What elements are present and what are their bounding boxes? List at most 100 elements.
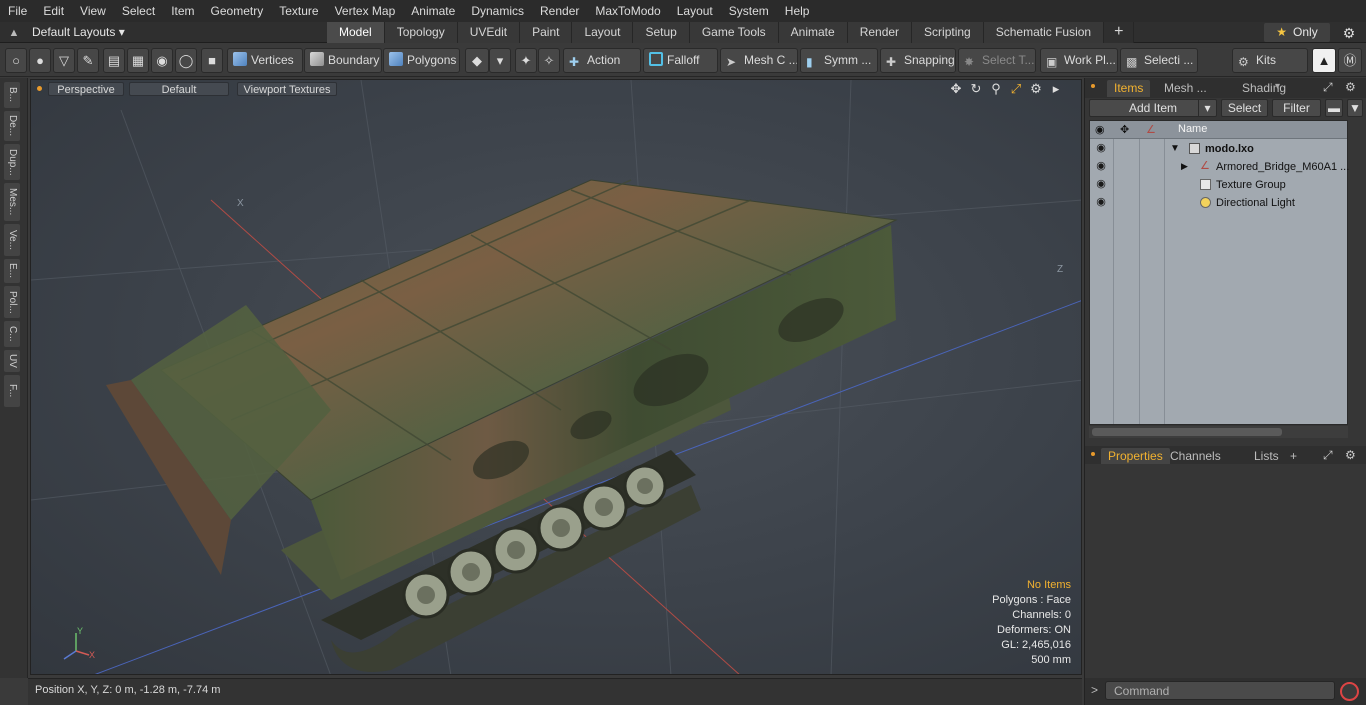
action-center-button[interactable]: ✚ Action: [563, 48, 641, 73]
viewport-gear-icon[interactable]: ⚙: [1029, 81, 1043, 97]
menu-animate[interactable]: Animate: [403, 0, 463, 22]
align-icon[interactable]: ▤: [103, 48, 125, 73]
symmetry-button[interactable]: ▮ Symm ...: [800, 48, 878, 73]
list-item[interactable]: ◉ ▼ modo.lxo: [1090, 140, 1347, 158]
gear-icon[interactable]: ⚙: [1340, 24, 1358, 42]
chevron-down-icon[interactable]: ▾: [489, 48, 511, 73]
strip-tab-deform[interactable]: De...: [4, 111, 20, 141]
pan-icon[interactable]: ✥: [949, 81, 963, 97]
list-item[interactable]: ◉ Texture Group: [1090, 176, 1347, 194]
name-column-header[interactable]: Name: [1178, 123, 1207, 135]
expand-arrow-icon[interactable]: ▶: [1181, 161, 1188, 172]
panel-expand-icon[interactable]: ⤢: [1323, 80, 1333, 95]
record-icon[interactable]: [1340, 682, 1359, 701]
tab-uvedit[interactable]: UVEdit: [457, 22, 521, 43]
viewport-expand-icon[interactable]: ▸: [1049, 81, 1063, 97]
funnel-icon[interactable]: ▼: [1347, 99, 1363, 117]
boundary-button[interactable]: Boundary: [304, 48, 382, 73]
snapping-button[interactable]: ✚ Snapping: [880, 48, 956, 73]
tab-game-tools[interactable]: Game Tools: [689, 22, 779, 43]
tab-animate[interactable]: Animate: [778, 22, 848, 43]
maximize-icon[interactable]: ⤢: [1009, 81, 1023, 97]
menu-help[interactable]: Help: [777, 0, 818, 22]
strip-tab-fusion[interactable]: F...: [4, 375, 20, 407]
rotate-icon[interactable]: ↻: [969, 81, 983, 97]
add-item-dropdown-icon[interactable]: ▾: [1198, 100, 1216, 117]
item-list-scrollbar[interactable]: [1089, 426, 1348, 438]
globe-icon[interactable]: ●: [29, 48, 51, 73]
panel-gear-icon[interactable]: ⚙: [1345, 80, 1356, 94]
strip-tab-duplicate[interactable]: Dup...: [4, 144, 20, 180]
menu-system[interactable]: System: [721, 0, 777, 22]
menu-layout[interactable]: Layout: [669, 0, 721, 22]
strip-tab-basic[interactable]: B...: [4, 82, 20, 108]
circle-icon[interactable]: ◯: [175, 48, 197, 73]
list-item[interactable]: ◉ ▶ ∠ Armored_Bridge_M60A1 ...: [1090, 158, 1349, 176]
viewport-textures-button[interactable]: Viewport Textures: [237, 82, 337, 96]
tab-layout[interactable]: Layout: [572, 22, 634, 43]
only-toggle[interactable]: ★ Only: [1264, 23, 1330, 42]
strip-tab-mesh-edit[interactable]: Mes...: [4, 183, 20, 221]
strip-tab-vertex[interactable]: Ve...: [4, 224, 20, 256]
props-gear-icon[interactable]: ⚙: [1345, 448, 1356, 462]
eye-icon[interactable]: ◉: [1094, 196, 1108, 208]
collapse-icon[interactable]: ▬: [1325, 99, 1343, 117]
polygons-button[interactable]: Polygons: [383, 48, 460, 73]
filter-button[interactable]: Filter: [1272, 99, 1321, 117]
props-expand-icon[interactable]: ⤢: [1323, 448, 1333, 463]
tab-properties[interactable]: Properties: [1101, 448, 1170, 465]
menu-dynamics[interactable]: Dynamics: [463, 0, 532, 22]
menu-select[interactable]: Select: [114, 0, 163, 22]
tab-channels[interactable]: Channels: [1163, 448, 1228, 465]
menu-geometry[interactable]: Geometry: [203, 0, 272, 22]
select-through-button[interactable]: ✸ Select T...: [958, 48, 1036, 73]
tab-mesh-ops[interactable]: Mesh ...: [1157, 80, 1214, 97]
tab-setup[interactable]: Setup: [633, 22, 690, 43]
unity-icon[interactable]: ▲: [1312, 48, 1336, 73]
add-item-button[interactable]: Add Item ▾: [1089, 99, 1217, 117]
eye-icon[interactable]: ◉: [1094, 178, 1108, 190]
tab-render[interactable]: Render: [847, 22, 913, 43]
mesh-constraint-button[interactable]: ➤ Mesh C ...: [720, 48, 798, 73]
tab-schematic-fusion[interactable]: Schematic Fusion: [983, 22, 1105, 43]
falloff-button[interactable]: Falloff: [643, 48, 718, 73]
items-mode-icon[interactable]: ■: [201, 48, 223, 73]
kits-button[interactable]: ⚙ Kits: [1232, 48, 1308, 73]
viewport-menu-icon[interactable]: [37, 86, 42, 91]
add-props-tab-button[interactable]: +: [1283, 448, 1304, 465]
material-mode-icon[interactable]: ◆: [465, 48, 489, 73]
select-button[interactable]: Select: [1221, 99, 1268, 117]
target-icon[interactable]: ◉: [151, 48, 173, 73]
command-input[interactable]: [1105, 681, 1335, 700]
unreal-icon[interactable]: Ⓜ: [1338, 48, 1362, 73]
zoom-icon[interactable]: ⚲: [989, 81, 1003, 97]
work-plane-button[interactable]: ▣ Work Pl...: [1040, 48, 1118, 73]
collapse-arrow-icon[interactable]: ▼: [1170, 143, 1180, 154]
tab-model[interactable]: Model: [327, 22, 385, 43]
symmetry-gizmo-icon[interactable]: ✦: [515, 48, 537, 73]
strip-tab-curve[interactable]: C...: [4, 321, 20, 347]
pen-icon[interactable]: ▽: [53, 48, 75, 73]
layout-selector[interactable]: Default Layouts ▾: [32, 24, 125, 41]
tab-paint[interactable]: Paint: [520, 22, 573, 43]
scrollbar-thumb[interactable]: [1092, 428, 1282, 436]
list-item[interactable]: ◉ Directional Light: [1090, 194, 1347, 212]
3d-viewport[interactable]: Perspective Default Viewport Textures ✥ …: [30, 79, 1082, 675]
panel-menu-icon[interactable]: [1091, 84, 1095, 88]
tab-scripting[interactable]: Scripting: [912, 22, 984, 43]
tab-topology[interactable]: Topology: [384, 22, 458, 43]
menu-render[interactable]: Render: [532, 0, 587, 22]
tab-items[interactable]: Items: [1107, 80, 1151, 97]
menu-file[interactable]: File: [0, 0, 35, 22]
strip-tab-uv[interactable]: UV: [4, 350, 20, 372]
menu-maxtomodo[interactable]: MaxToModo: [587, 0, 668, 22]
tabs-overflow-icon[interactable]: ▾: [1275, 81, 1280, 92]
props-menu-icon[interactable]: [1091, 452, 1095, 456]
brush-icon[interactable]: ✎: [77, 48, 99, 73]
menu-texture[interactable]: Texture: [271, 0, 326, 22]
tab-lists[interactable]: Lists: [1247, 448, 1286, 465]
eye-icon[interactable]: ◉: [1094, 160, 1108, 172]
soccer-icon[interactable]: ✧: [538, 48, 560, 73]
strip-tab-edge[interactable]: E...: [4, 259, 20, 283]
grid-icon[interactable]: ▦: [127, 48, 149, 73]
